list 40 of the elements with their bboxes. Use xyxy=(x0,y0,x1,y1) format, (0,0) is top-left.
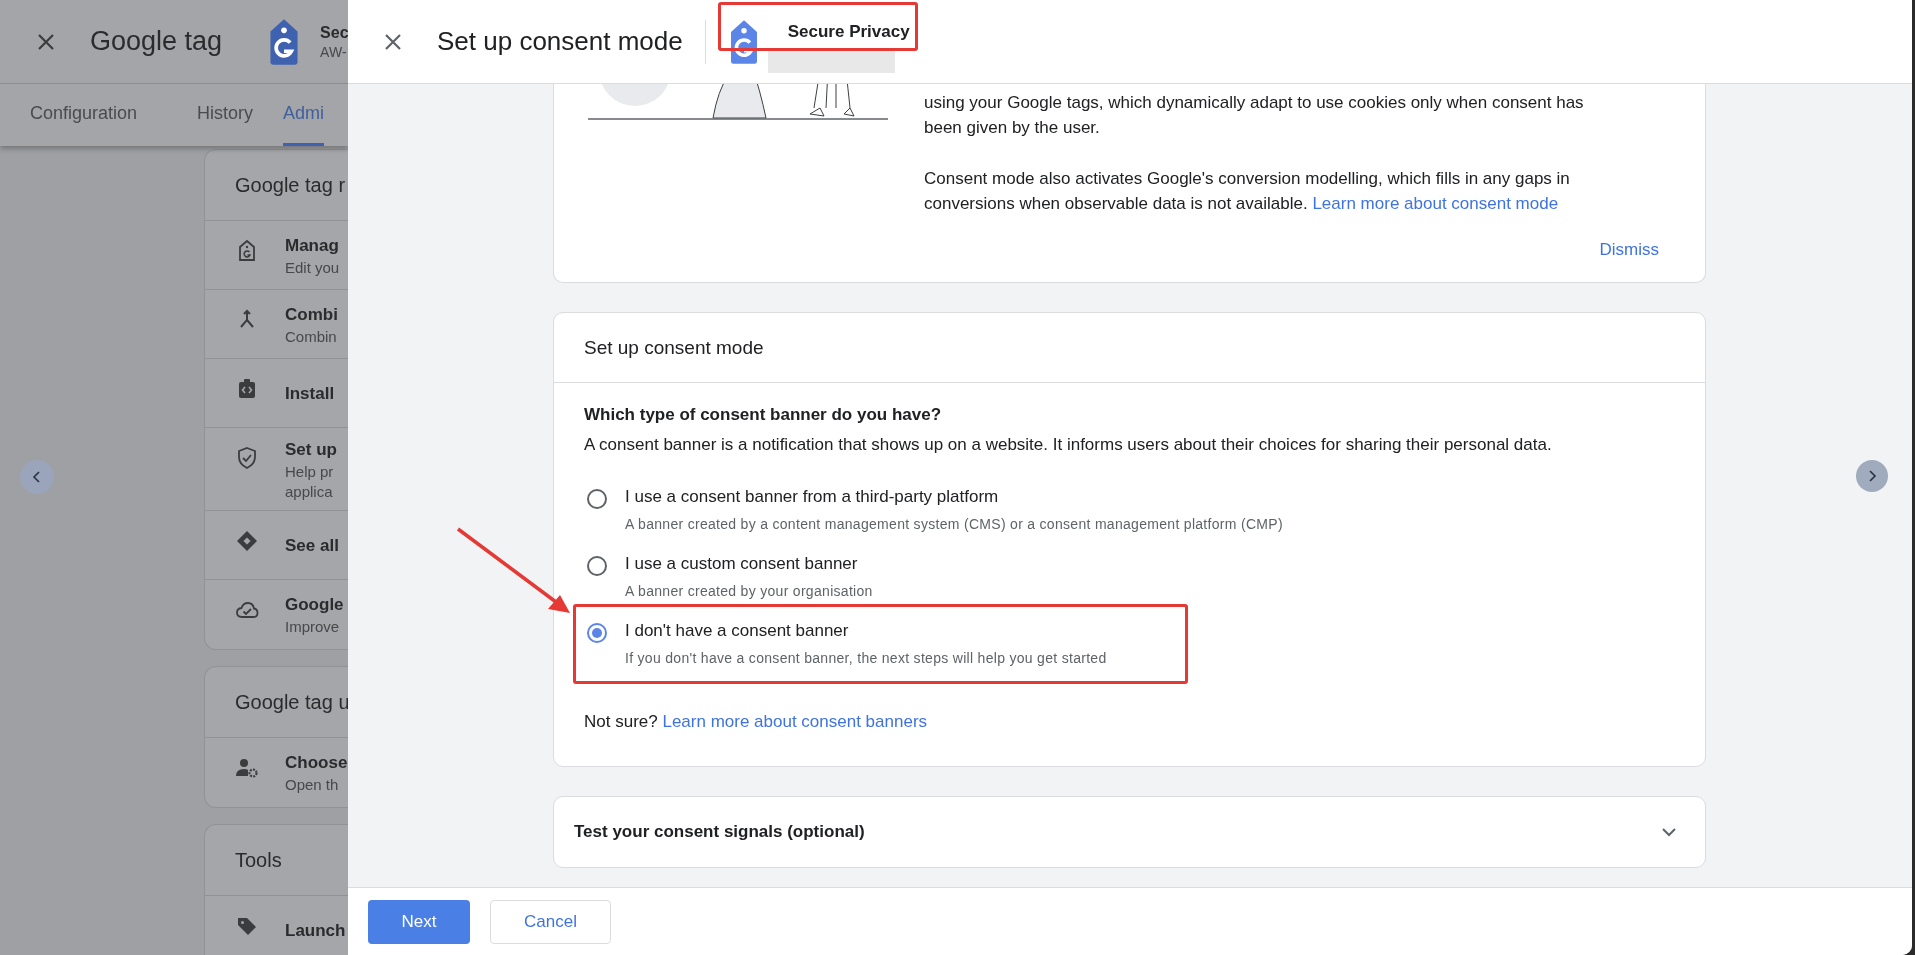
item-title: Combi xyxy=(285,305,338,325)
item-title: Choose xyxy=(285,753,348,773)
cancel-button[interactable]: Cancel xyxy=(490,899,611,944)
item-title: See all xyxy=(285,536,339,556)
item-description: Edit you xyxy=(285,259,340,276)
learn-more-link[interactable]: Learn more about consent mode xyxy=(1312,194,1559,213)
item-title: Launch xyxy=(285,921,346,941)
dialog-title: Set up consent mode xyxy=(437,26,683,57)
option-label: I don't have a consent banner xyxy=(625,621,850,641)
tab[interactable]: Configuration xyxy=(0,84,138,146)
help-text: Not sure? Learn more about consent banners xyxy=(584,712,929,732)
next-button[interactable]: Next xyxy=(368,899,470,944)
dismiss-button[interactable]: Dismiss xyxy=(1595,236,1663,264)
tab[interactable]: History xyxy=(167,84,254,146)
item-description: Help pr xyxy=(285,463,335,480)
intro-paragraph: Consent mode also activates Google's conversion modelling, which fills in any gaps in conversions when observable data is not available. Learn more about consent mode xyxy=(924,168,1571,215)
intro-paragraph: using your Google tags, which dynamically adapt to use cookies only when consent has been given by the user. xyxy=(924,92,1585,139)
option-description: A banner created by a content management system (CMS) or a consent management platform (CMP) xyxy=(625,516,1283,532)
item-description: Combin xyxy=(285,328,338,345)
item-title: Install xyxy=(285,384,335,404)
item-description: Improve xyxy=(285,618,341,635)
question-description: A consent banner is a notification that shows up on a website. It informs users about their choices for sharing their personal data. xyxy=(584,435,1553,455)
option-description: If you don't have a consent banner, the next steps will help you get started xyxy=(625,650,1107,666)
item-title: Google xyxy=(285,595,344,615)
account-name: Secure Privacy xyxy=(787,22,910,42)
item-title: Set up xyxy=(285,440,337,460)
question-text: Which type of consent banner do you have? xyxy=(584,405,943,425)
option-label: I use a custom consent banner xyxy=(625,554,859,574)
learn-more-link[interactable]: Learn more about consent banners xyxy=(662,712,928,731)
card-title: Set up consent mode xyxy=(554,313,1705,383)
option-description: A banner created by your organisation xyxy=(625,583,873,599)
tag-id: AW- xyxy=(320,43,348,60)
item-title: Manag xyxy=(285,236,340,256)
card-title: Test your consent signals (optional) xyxy=(574,822,865,842)
tab[interactable]: Admi xyxy=(283,84,325,146)
item-description: applica xyxy=(285,483,334,500)
option-label: I use a consent banner from a third-party platform xyxy=(625,487,1000,507)
page-title: Google tag xyxy=(90,26,223,57)
item-description: Open th xyxy=(285,776,340,793)
tag-name: Sec xyxy=(320,23,348,42)
